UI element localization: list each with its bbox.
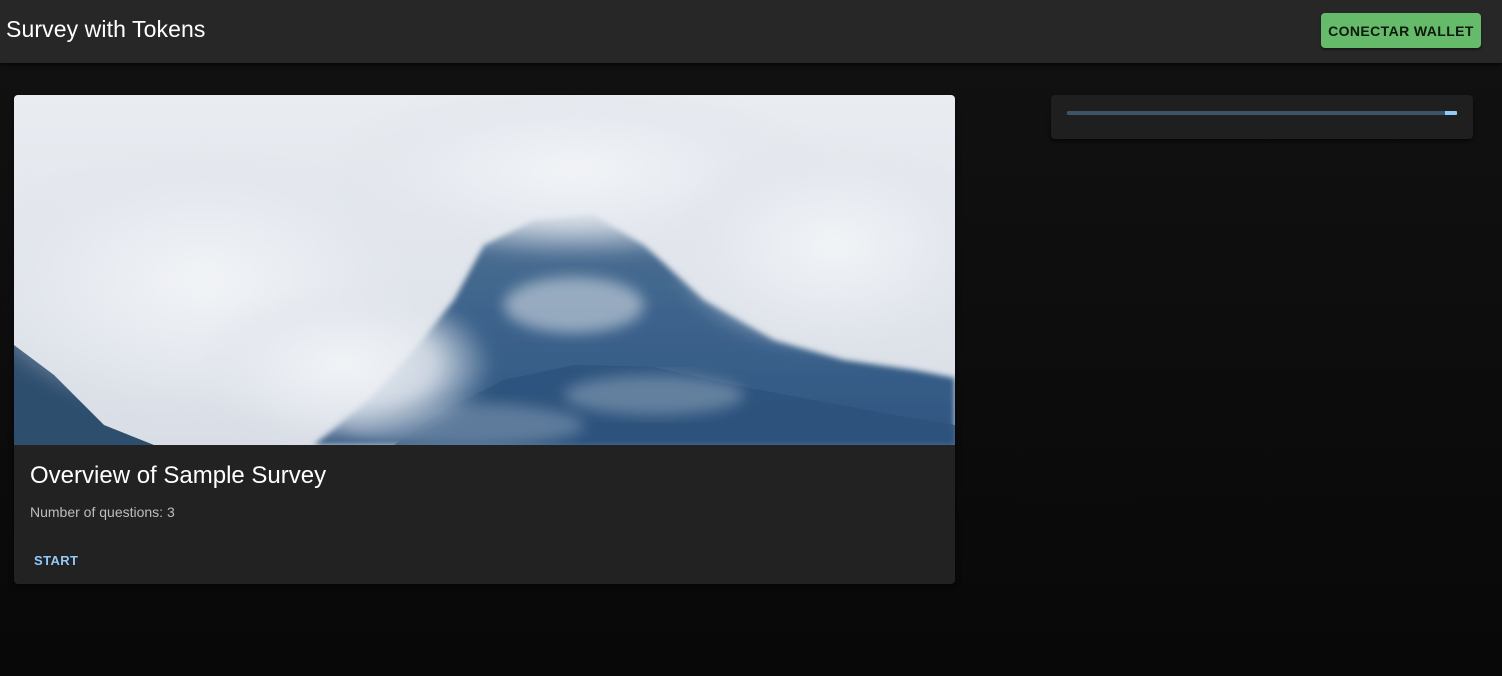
progress-bar [1067,111,1457,115]
survey-card: Overview of Sample Survey Number of ques… [14,95,955,584]
progress-indicator [1445,111,1457,115]
progress-card [1051,95,1473,139]
start-button[interactable]: START [26,545,82,575]
survey-cover-image [14,95,955,445]
survey-title: Overview of Sample Survey [30,462,327,489]
connect-wallet-button[interactable]: CONECTAR WALLET [1321,13,1481,48]
question-count: Number of questions: 3 [30,504,175,520]
app-bar: Survey with Tokens CONECTAR WALLET [0,0,1502,63]
app-title: Survey with Tokens [6,16,206,42]
